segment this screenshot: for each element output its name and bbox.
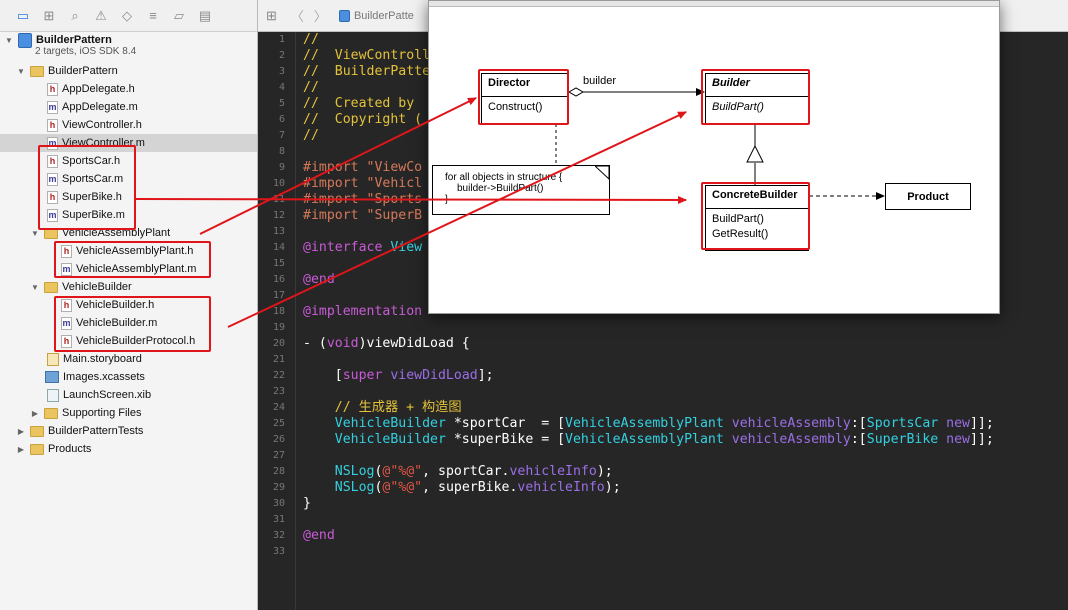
arrow-plant-to-director (199, 97, 477, 235)
annotation-arrows (135, 97, 687, 328)
arrow-builder-to-builder (227, 111, 687, 328)
arrow-products-to-concrete (135, 195, 687, 204)
